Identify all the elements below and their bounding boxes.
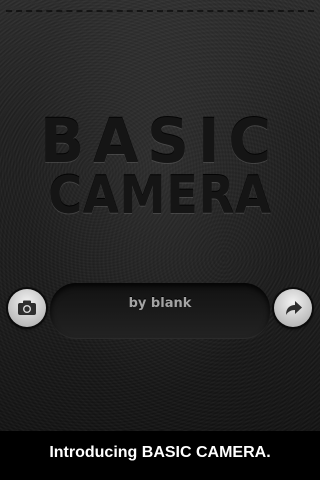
app-logo-title: BASIC CAMERA — [0, 105, 320, 226]
brand-label: by blank — [128, 296, 192, 311]
camera-button[interactable] — [8, 289, 46, 327]
title-line-basic: BASIC — [39, 105, 280, 177]
camera-icon — [18, 300, 36, 315]
top-stitching — [6, 10, 314, 12]
share-arrow-icon — [286, 301, 302, 315]
share-button[interactable] — [274, 289, 312, 327]
caption-text: Introducing BASIC CAMERA. — [49, 444, 271, 461]
title-line-camera: CAMERA — [48, 164, 272, 226]
app-screen: BASIC CAMERA by blank Introducing BASIC … — [0, 0, 320, 480]
bottom-recessed-panel — [50, 283, 270, 339]
